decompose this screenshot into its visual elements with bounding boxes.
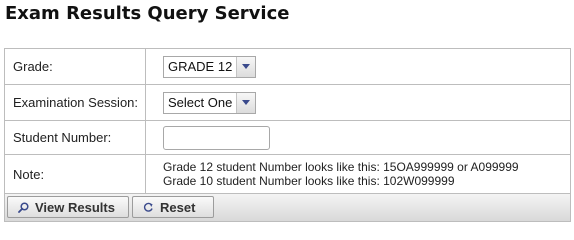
note-row: Note: Grade 12 student Number looks like… <box>4 154 571 194</box>
session-dropdown-arrow[interactable] <box>236 92 256 113</box>
query-form-table: Grade: GRADE 12 Examination Session: Sel… <box>4 48 571 194</box>
grade-label: Grade: <box>4 48 146 85</box>
chevron-down-icon <box>242 100 251 105</box>
student-number-row: Student Number: <box>4 120 571 155</box>
session-label: Examination Session: <box>4 84 146 121</box>
page-title: Exam Results Query Service <box>5 3 290 24</box>
reset-label: Reset <box>160 199 196 215</box>
note-label: Note: <box>4 154 146 194</box>
session-select[interactable]: Select One <box>163 91 257 114</box>
grade-select[interactable]: GRADE 12 <box>163 55 257 78</box>
view-results-button[interactable]: View Results <box>7 196 129 218</box>
refresh-icon <box>143 202 153 212</box>
student-number-label: Student Number: <box>4 120 146 155</box>
search-icon <box>18 201 29 213</box>
student-number-input[interactable] <box>163 125 270 150</box>
note-line-grade-12: Grade 12 student Number looks like this:… <box>163 160 519 174</box>
grade-row: Grade: GRADE 12 <box>4 48 571 85</box>
view-results-label: View Results <box>35 199 115 215</box>
chevron-down-icon <box>242 64 251 69</box>
note-line-grade-10: Grade 10 student Number looks like this:… <box>163 174 455 188</box>
session-row: Examination Session: Select One <box>4 84 571 121</box>
reset-button[interactable]: Reset <box>132 196 214 218</box>
grade-dropdown-arrow[interactable] <box>236 56 256 77</box>
button-bar: View Results Reset <box>4 194 571 222</box>
grade-select-value: GRADE 12 <box>168 58 233 74</box>
session-select-value: Select One <box>168 94 233 110</box>
